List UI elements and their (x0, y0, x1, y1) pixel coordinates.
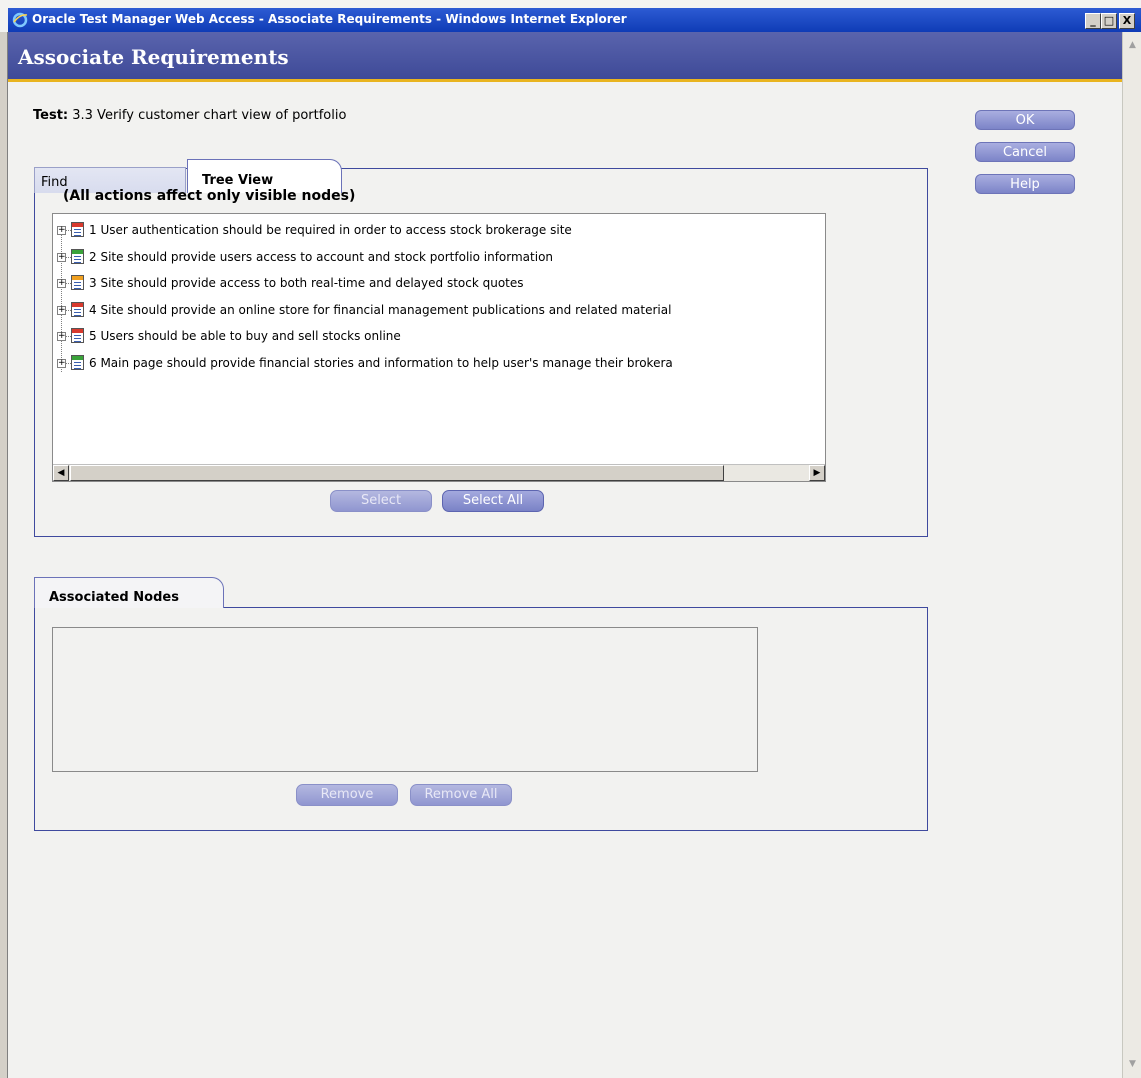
scroll-left-icon[interactable]: ◀ (53, 465, 69, 481)
tree-node-label: 1 User authentication should be required… (89, 223, 572, 237)
page-title: Associate Requirements (18, 45, 289, 69)
scroll-up-icon[interactable]: ▲ (1126, 40, 1139, 53)
tab-tree-view-label: Tree View (202, 173, 274, 188)
page-header: Associate Requirements (8, 32, 1122, 82)
minimize-button[interactable]: _ (1085, 13, 1101, 29)
requirement-icon (71, 354, 84, 370)
tree-node-label: 4 Site should provide an online store fo… (89, 302, 672, 317)
select-all-button[interactable]: Select All (442, 490, 544, 512)
tree-node-label: 5 Users should be able to buy and sell s… (89, 329, 401, 343)
requirement-icon (71, 328, 84, 343)
tree-connector-line (61, 228, 62, 372)
horizontal-scrollbar[interactable]: ◀ ▶ (53, 464, 825, 481)
tab-associated-nodes[interactable]: Associated Nodes (34, 577, 224, 608)
expand-icon[interactable]: + (57, 279, 66, 288)
window-titlebar: Oracle Test Manager Web Access - Associa… (8, 8, 1141, 32)
window-left-border (0, 32, 8, 1078)
window-title: Oracle Test Manager Web Access - Associa… (32, 12, 627, 26)
expand-icon[interactable]: + (57, 252, 66, 262)
tree-node-label: 6 Main page should provide financial sto… (89, 355, 673, 370)
scroll-right-icon[interactable]: ▶ (809, 465, 825, 481)
expand-icon[interactable]: + (57, 305, 66, 315)
test-label: Test: (33, 108, 69, 123)
help-button[interactable]: Help (975, 174, 1075, 194)
page-content: Associate Requirements Test: 3.3 Verify … (8, 32, 1122, 1078)
expand-icon[interactable]: + (57, 358, 66, 368)
tree-node-label: 2 Site should provide users access to ac… (89, 249, 554, 264)
vertical-scrollbar[interactable]: ▲ ▼ (1122, 32, 1141, 1078)
expand-icon[interactable]: + (57, 226, 66, 235)
internet-explorer-icon (12, 12, 28, 28)
maximize-button[interactable]: □ (1101, 13, 1117, 29)
scroll-down-icon[interactable]: ▼ (1126, 1059, 1139, 1072)
cancel-button[interactable]: Cancel (975, 142, 1075, 162)
scroll-thumb[interactable] (70, 465, 724, 481)
select-button[interactable]: Select (330, 490, 432, 512)
requirement-icon (71, 301, 84, 317)
associated-nodes-list[interactable] (52, 627, 758, 772)
visible-nodes-note: (All actions affect only visible nodes) (63, 188, 356, 204)
requirements-tree[interactable]: +1 User authentication should be require… (52, 213, 826, 482)
remove-all-button[interactable]: Remove All (410, 784, 512, 806)
ok-button[interactable]: OK (975, 110, 1075, 130)
requirement-icon (71, 248, 84, 264)
test-name: 3.3 Verify customer chart view of portfo… (72, 108, 347, 123)
requirement-icon (71, 275, 84, 290)
remove-button[interactable]: Remove (296, 784, 398, 806)
close-button[interactable]: X (1119, 13, 1135, 29)
tree-node-label: 3 Site should provide access to both rea… (89, 276, 524, 290)
expand-icon[interactable]: + (57, 332, 66, 341)
requirement-icon (71, 222, 84, 237)
test-info: Test: 3.3 Verify customer chart view of … (33, 108, 346, 123)
tab-associated-nodes-label: Associated Nodes (49, 590, 179, 605)
